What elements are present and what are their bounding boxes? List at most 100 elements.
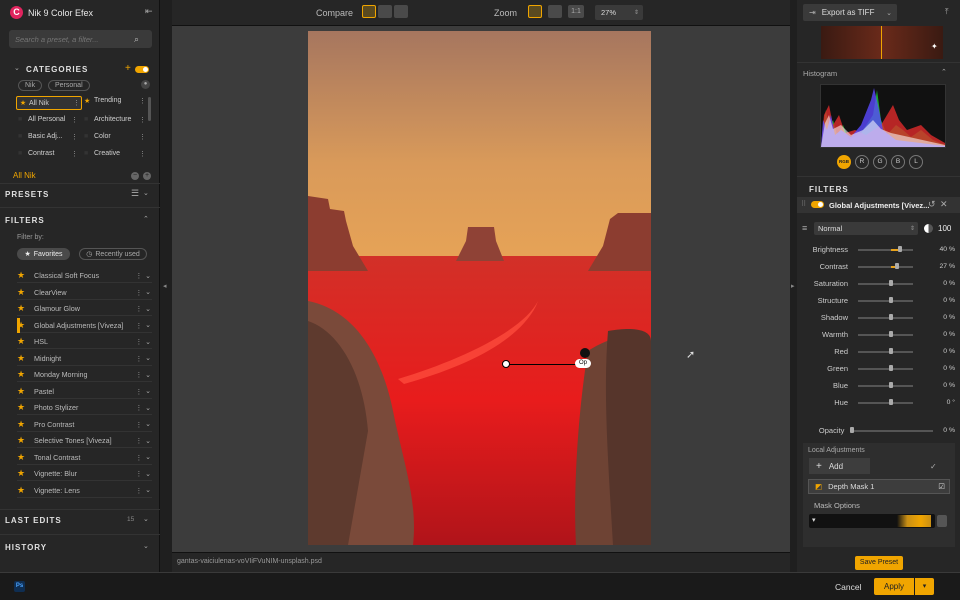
categories-scrollbar[interactable] (148, 97, 151, 121)
more-icon[interactable]: ⋮ (134, 304, 144, 313)
left-collapse-strip[interactable]: ◂ (160, 0, 172, 572)
more-icon[interactable]: ⋮ (134, 288, 144, 297)
slider-value[interactable]: 0 % (931, 331, 955, 338)
channel-r-button[interactable]: R (855, 155, 869, 169)
depth-range-slider[interactable]: ▾ (809, 514, 935, 528)
search-icon[interactable]: ⌕ (134, 34, 139, 45)
last-edits-header[interactable]: LAST EDITS (5, 516, 62, 525)
slider-blue[interactable]: Blue 0 % (803, 377, 955, 394)
slider-track[interactable] (858, 262, 913, 269)
slider-track[interactable] (858, 296, 913, 303)
slider-track[interactable] (850, 426, 933, 433)
filter-enable-toggle[interactable] (811, 201, 824, 208)
right-collapse-strip[interactable]: ▸ (790, 0, 797, 572)
recently-used-filter-button[interactable]: ◷ Recently used (79, 248, 147, 260)
tab-more-icon[interactable]: ● (141, 80, 150, 89)
filter-list-item[interactable]: ★ ClearView ⋮ ⌄ (17, 286, 152, 300)
more-icon[interactable]: ⋮ (134, 486, 144, 495)
add-category-icon[interactable]: + (125, 63, 131, 74)
more-icon[interactable]: ⋮ (134, 469, 144, 478)
slider-handle[interactable] (889, 296, 893, 303)
star-icon[interactable]: ★ (17, 353, 29, 364)
slider-contrast[interactable]: Contrast 27 % (803, 258, 955, 275)
star-icon[interactable]: ★ (17, 435, 29, 446)
star-icon[interactable]: ★ (17, 369, 29, 380)
compare-single-icon[interactable] (362, 5, 376, 18)
slider-value[interactable]: 0 % (931, 280, 955, 287)
history-header[interactable]: HISTORY (5, 543, 47, 552)
filter-list-item[interactable]: ★ Tonal Contrast ⋮ ⌄ (17, 451, 152, 465)
more-icon[interactable]: ⋮ (134, 321, 144, 330)
slider-handle[interactable] (889, 279, 893, 286)
control-point-label[interactable]: Op (575, 359, 591, 368)
slider-value[interactable]: 27 % (931, 263, 956, 270)
slider-brightness[interactable]: Brightness 40 % (803, 241, 955, 258)
category-color[interactable]: ■ Color ⋮ (84, 133, 146, 141)
slider-track[interactable] (858, 364, 913, 371)
tab-nik[interactable]: Nik (18, 80, 43, 91)
slider-track[interactable] (858, 398, 913, 405)
opacity-value[interactable]: 100 (938, 224, 951, 233)
star-icon[interactable]: ★ (17, 468, 29, 479)
chevron-down-icon[interactable]: ⌄ (144, 338, 152, 346)
chevron-down-icon[interactable]: ⌄ (144, 470, 152, 478)
slider-value[interactable]: 0 % (931, 348, 955, 355)
chevron-down-icon[interactable]: ⌄ (144, 437, 152, 445)
star-icon[interactable]: ★ (17, 402, 29, 413)
chevron-right-icon[interactable]: ▸ (791, 282, 795, 290)
zoom-fit-icon[interactable] (528, 5, 542, 18)
category-architecture[interactable]: ■ Architecture ⋮ (84, 116, 146, 124)
slider-handle[interactable] (889, 398, 893, 405)
star-icon[interactable]: ★ (17, 303, 29, 314)
filter-list-item[interactable]: ★ Classical Soft Focus ⋮ ⌄ (17, 269, 152, 283)
chevron-down-icon[interactable]: ⌄ (144, 420, 152, 428)
slider-track[interactable] (858, 245, 913, 252)
compare-stack-icon[interactable] (394, 5, 408, 18)
more-icon[interactable]: ⋮ (134, 370, 144, 379)
filter-list-item[interactable]: ★ Global Adjustments [Viveza] ⋮ ⌄ (17, 319, 152, 333)
star-icon[interactable]: ★ (17, 452, 29, 463)
list-view-icon[interactable]: ☰ (131, 188, 139, 199)
filter-list-item[interactable]: ★ Pro Contrast ⋮ ⌄ (17, 418, 152, 432)
slider-value[interactable]: 0 % (931, 314, 955, 321)
search-box[interactable]: ⌕ (9, 30, 152, 48)
chevron-down-icon[interactable]: ⌄ (144, 387, 152, 395)
remove-icon[interactable]: − (131, 172, 139, 180)
checkmark-icon[interactable]: ✓ (930, 462, 937, 471)
filter-list-item[interactable]: ★ HSL ⋮ ⌄ (17, 335, 152, 349)
photo[interactable]: Op (308, 31, 651, 545)
slider-handle[interactable] (850, 426, 855, 433)
slider-handle[interactable] (894, 262, 899, 269)
drag-handle-icon[interactable]: ⠿ (801, 200, 806, 208)
chevron-down-icon[interactable]: ⌄ (144, 354, 152, 362)
favorites-filter-button[interactable]: ★ Favorites (17, 248, 70, 260)
cancel-button[interactable]: Cancel (835, 582, 861, 592)
slider-track[interactable] (858, 381, 913, 388)
more-icon[interactable]: ⋮ (134, 420, 144, 429)
filter-header-row[interactable]: ⠿ Global Adjustments [Vivez... ↺ ✕ (797, 197, 960, 213)
slider-opacity[interactable]: Opacity 0 % (803, 422, 955, 439)
category-creative[interactable]: ■ Creative ⋮ (84, 150, 146, 158)
export-button[interactable]: ⇥ Export as TIFF ⌄ (803, 4, 897, 21)
filter-list-item[interactable]: ★ Monday Morning ⋮ ⌄ (17, 368, 152, 382)
chevron-down-icon[interactable]: ⌄ (144, 486, 152, 494)
add-icon[interactable]: + (143, 172, 151, 180)
chevron-up-icon[interactable]: ⌃ (143, 215, 149, 223)
zoom-1-1-button[interactable]: 1:1 (568, 5, 584, 18)
collapse-panel-icon[interactable]: ⇤ (145, 6, 153, 17)
close-icon[interactable]: ✕ (940, 199, 948, 210)
star-icon[interactable]: ★ (17, 287, 29, 298)
slider-track[interactable] (858, 313, 913, 320)
more-icon[interactable]: ⋮ (134, 337, 144, 346)
star-icon[interactable]: ★ (17, 419, 29, 430)
slider-handle[interactable] (897, 245, 902, 252)
chevron-down-icon[interactable]: ⌄ (144, 305, 152, 313)
filter-list-item[interactable]: ★ Pastel ⋮ ⌄ (17, 385, 152, 399)
apply-button[interactable]: Apply (874, 578, 914, 595)
compare-split-icon[interactable] (378, 5, 392, 18)
checkbox-icon[interactable]: ☑ (938, 482, 949, 491)
chevron-left-icon[interactable]: ◂ (163, 282, 167, 290)
more-icon[interactable]: ⋮ (134, 453, 144, 462)
channel-g-button[interactable]: G (873, 155, 887, 169)
pin-icon[interactable]: ✦ (931, 42, 938, 51)
